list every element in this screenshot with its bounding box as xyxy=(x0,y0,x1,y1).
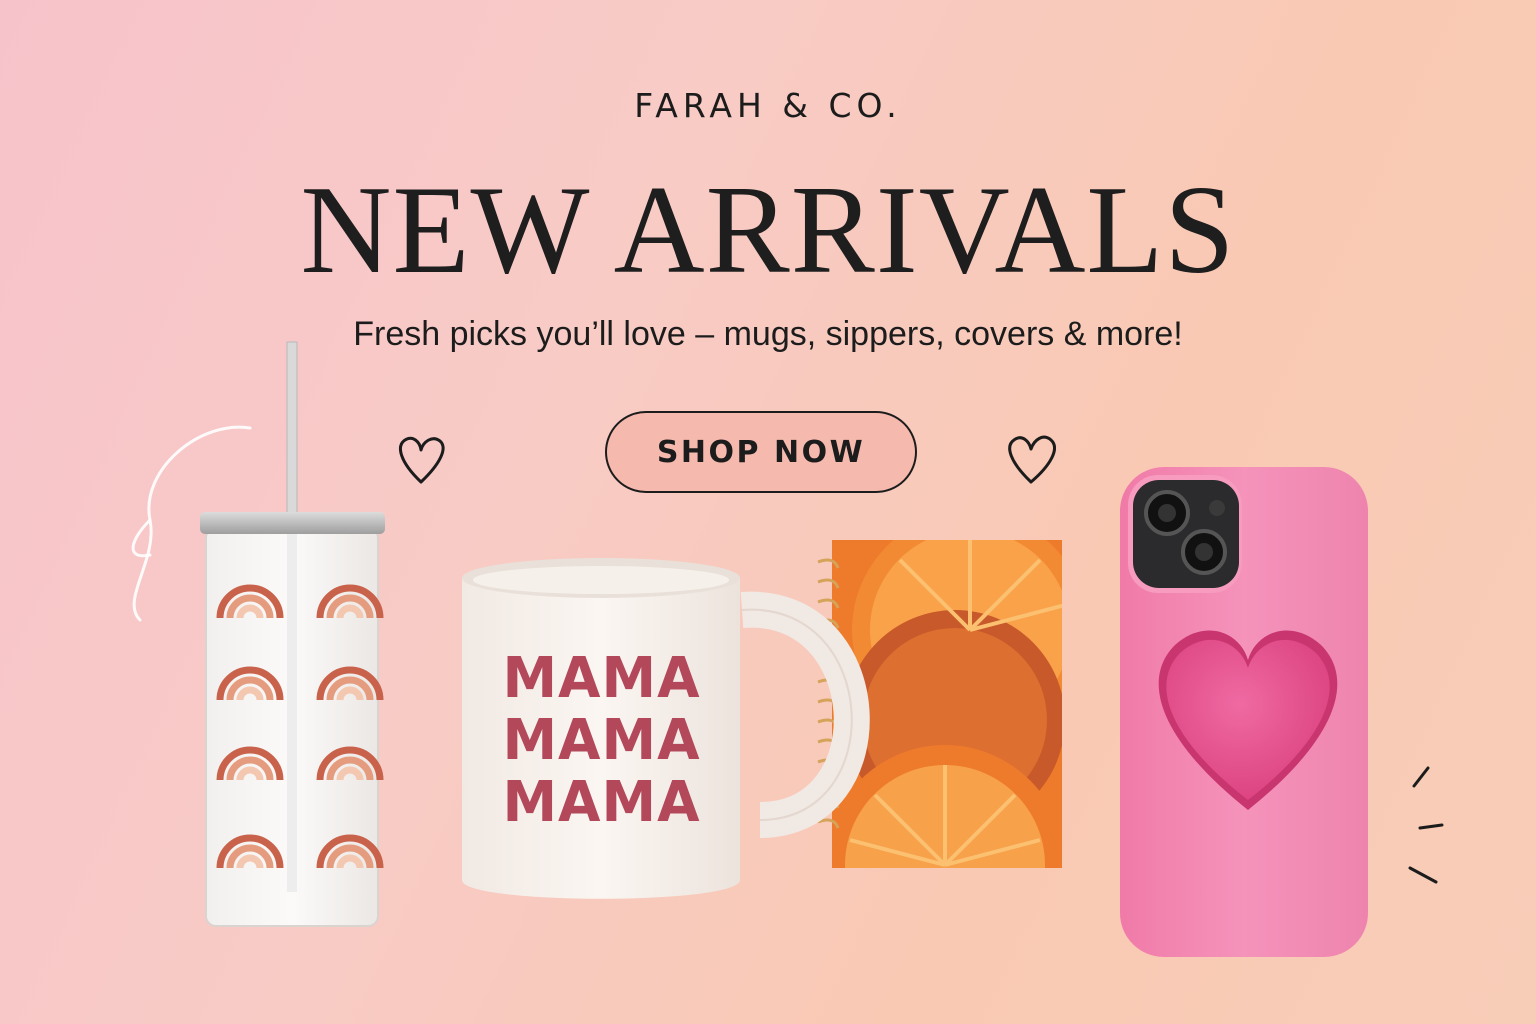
mug-text-line: MAMA xyxy=(502,708,701,773)
mug-print-text: MAMA MAMA MAMA xyxy=(460,648,743,834)
page-title: NEW ARRIVALS xyxy=(300,161,1236,300)
sipper-tumbler xyxy=(200,341,385,927)
mug-text-line: MAMA xyxy=(502,770,701,835)
brand-name: FARAH & CO. xyxy=(634,86,902,125)
shop-now-button[interactable]: SHOP NOW xyxy=(605,411,917,493)
heart-doodle-right-icon xyxy=(1008,435,1056,484)
subtitle: Fresh picks you’ll love – mugs, sippers,… xyxy=(353,315,1183,353)
sparkle-doodle xyxy=(1408,766,1444,884)
heart-doodle-left-icon xyxy=(399,436,445,484)
product-illustrations xyxy=(131,341,1444,957)
mug-text-line: MAMA xyxy=(502,646,701,711)
pink-phone-case xyxy=(1120,467,1368,957)
